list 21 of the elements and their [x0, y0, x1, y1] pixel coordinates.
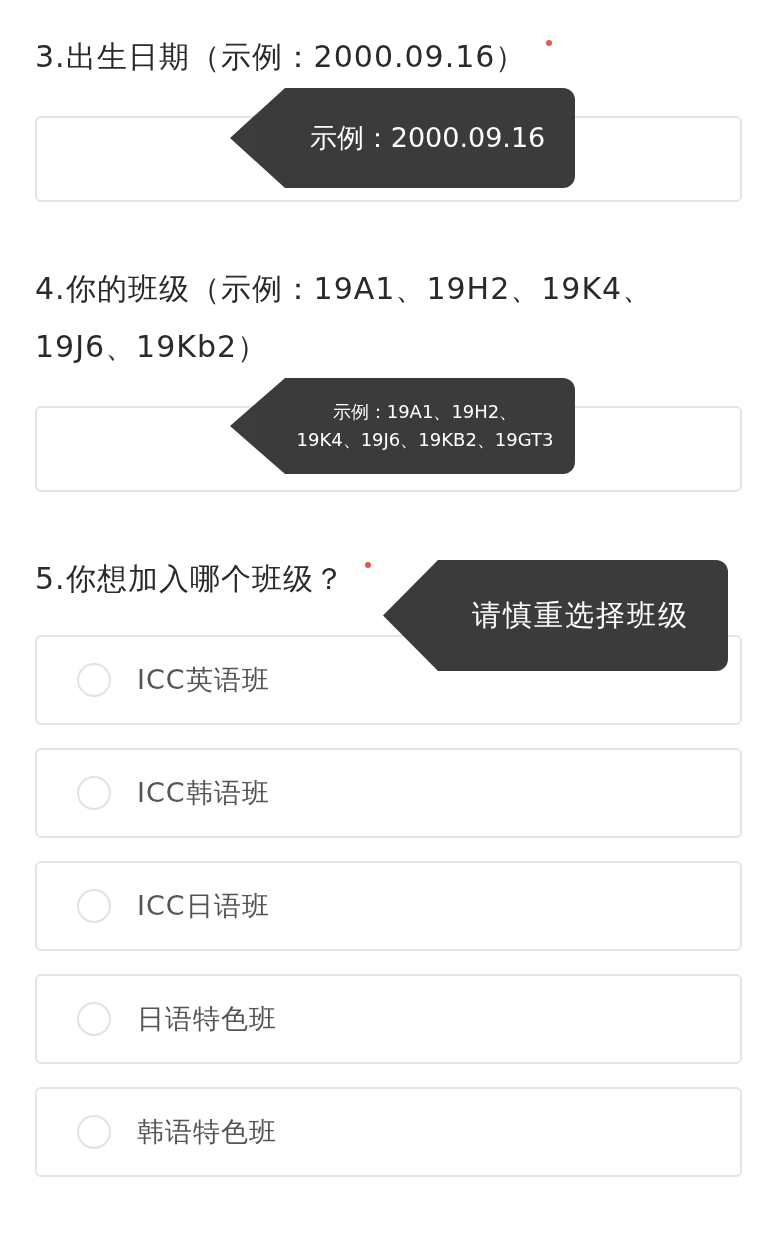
radio-option[interactable]: 韩语特色班 [35, 1087, 742, 1177]
input-field[interactable] [35, 406, 742, 492]
radio-button[interactable] [77, 1115, 111, 1149]
input-field[interactable] [35, 116, 742, 202]
tooltip: 请慎重选择班级 [383, 560, 728, 671]
radio-button[interactable] [77, 663, 111, 697]
question-label: 5.你想加入哪个班级？ [35, 560, 345, 598]
question-label: 4.你的班级（示例：19A1、19H2、19K4、19J6、19Kb2） [35, 270, 655, 366]
radio-button[interactable] [77, 1002, 111, 1036]
option-label: ICC英语班 [137, 663, 270, 697]
radio-option[interactable]: ICC日语班 [35, 861, 742, 951]
option-label: 日语特色班 [137, 1002, 277, 1036]
radio-button[interactable] [77, 776, 111, 810]
question-label: 3.出生日期（示例：2000.09.16） [35, 38, 527, 76]
radio-option[interactable]: ICC英语班 [35, 635, 742, 725]
option-label: ICC韩语班 [137, 776, 270, 810]
option-label: 韩语特色班 [137, 1115, 277, 1149]
option-label: ICC日语班 [137, 889, 270, 923]
radio-option[interactable]: 日语特色班 [35, 974, 742, 1064]
radio-option[interactable]: ICC韩语班 [35, 748, 742, 838]
radio-button[interactable] [77, 889, 111, 923]
